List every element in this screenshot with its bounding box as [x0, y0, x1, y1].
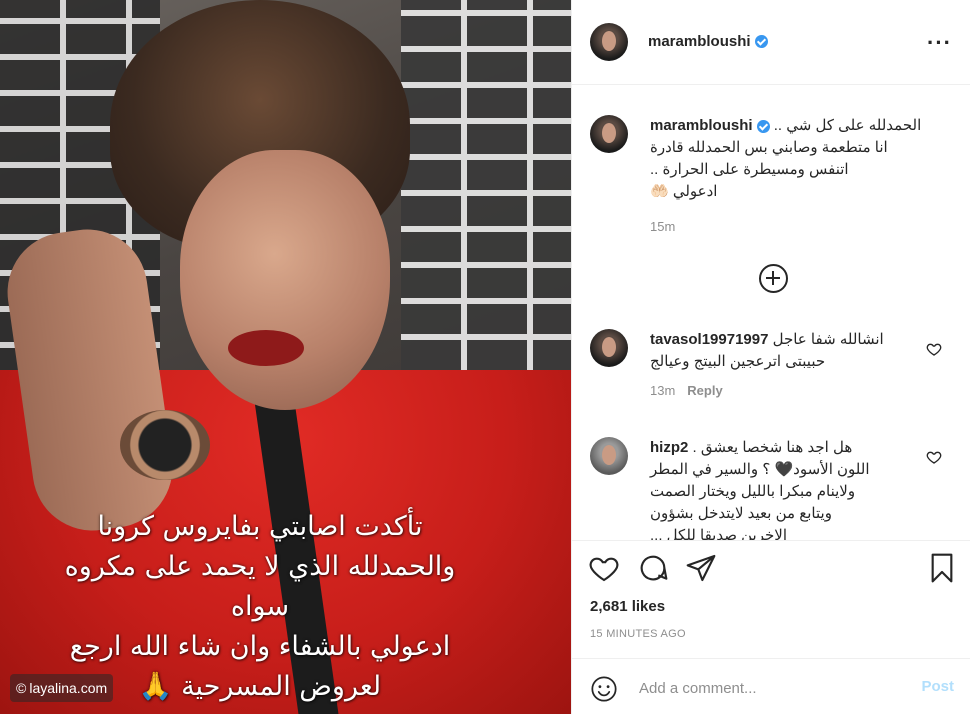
- commenter-avatar[interactable]: [590, 329, 628, 367]
- overlay-text-line-4: ادعولي بالشفاء وان شاء الله ارجع: [69, 631, 451, 662]
- watermark-text: layalina.com: [29, 680, 108, 696]
- comment-username[interactable]: tavasol19971997: [650, 331, 768, 348]
- caption-line-4: ادعولي 🤲🏻: [650, 183, 718, 200]
- author-avatar[interactable]: [590, 23, 628, 61]
- comment-text-line: اللون الأسود🖤 ؟ والسير في المطر: [650, 461, 870, 478]
- comment-body: hizp2 هل اجد هنا شخصا يعشق . اللون الأسو…: [650, 437, 930, 541]
- comment-like-heart-icon[interactable]: [926, 449, 942, 465]
- heart-icon[interactable]: [588, 552, 620, 584]
- comment-icon[interactable]: [637, 552, 669, 584]
- verified-badge-icon: [756, 119, 770, 133]
- post-header: marambloushi ···: [572, 0, 970, 85]
- reply-button[interactable]: Reply: [687, 383, 722, 398]
- likes-count[interactable]: 2,681 likes: [590, 598, 665, 615]
- post-button[interactable]: Post: [921, 678, 954, 695]
- overlay-text-line-1: تأكدت اصابتي بفايروس كرونا: [97, 511, 423, 542]
- watermark: © layalina.com: [10, 674, 114, 702]
- comment-time[interactable]: 13m: [650, 383, 675, 398]
- comment-text-rest: حبيبتى اترعجين البيتج وعيالج: [650, 353, 826, 370]
- emoji-icon[interactable]: [590, 675, 618, 703]
- comment-text-line: ولاينام مبكرا بالليل ويختار الصمت: [650, 483, 856, 500]
- caption-avatar[interactable]: [590, 115, 628, 153]
- copyright-icon: ©: [16, 680, 27, 696]
- comment-body: tavasol19971997 انشالله شفا عاجل حبيبتى …: [650, 329, 930, 373]
- author-name-row: marambloushi: [648, 33, 768, 51]
- comment-text-line: الاخرين صديقا للكل ...: [650, 527, 787, 541]
- author-username[interactable]: marambloushi: [648, 33, 751, 50]
- caption-line-1: الحمدلله على كل شي ..: [773, 117, 922, 134]
- action-bar: [572, 552, 970, 592]
- comments-area[interactable]: marambloushi الحمدلله على كل شي .. انا م…: [572, 85, 970, 541]
- comment-meta: 13m Reply: [650, 383, 930, 398]
- caption-first-line: marambloushi الحمدلله على كل شي ..: [650, 115, 930, 137]
- plus-circle-icon[interactable]: [759, 264, 788, 293]
- face: [180, 150, 390, 410]
- caption: marambloushi الحمدلله على كل شي .. انا م…: [590, 115, 930, 234]
- verified-badge-icon: [754, 35, 768, 49]
- overlay-text-line-3: سواه: [230, 591, 290, 622]
- bookmark-icon[interactable]: [926, 552, 958, 584]
- post-image[interactable]: تأكدت اصابتي بفايروس كرونا والحمدلله الذ…: [0, 0, 571, 714]
- comment-item: hizp2 هل اجد هنا شخصا يعشق . اللون الأسو…: [590, 437, 942, 541]
- comment-like-heart-icon[interactable]: [926, 341, 942, 357]
- overlay-text-line-2: والحمدلله الذي لا يحمد على مكروه: [64, 551, 456, 582]
- more-options-icon[interactable]: ···: [927, 30, 952, 56]
- comment-input[interactable]: [637, 675, 911, 701]
- caption-line-3: اتنفس ومسيطرة على الحرارة ..: [650, 161, 849, 178]
- comment-text-first: هل اجد هنا شخصا يعشق .: [692, 439, 853, 456]
- comment-first-line: hizp2 هل اجد هنا شخصا يعشق .: [650, 437, 930, 459]
- commenter-avatar[interactable]: [590, 437, 628, 475]
- lips: [228, 330, 304, 366]
- comment-first-line: tavasol19971997 انشالله شفا عاجل: [650, 329, 930, 351]
- comment-username[interactable]: hizp2: [650, 439, 688, 456]
- caption-line-2: انا متطعمة وصابني بس الحمدلله قادرة: [650, 139, 888, 156]
- paper-plane-icon[interactable]: [685, 552, 717, 584]
- caption-body: marambloushi الحمدلله على كل شي .. انا م…: [650, 115, 930, 203]
- post-side-panel: marambloushi ··· marambloushi الحمدلله ع…: [572, 0, 970, 714]
- caption-username[interactable]: marambloushi: [650, 117, 753, 134]
- comment-text-first: انشالله شفا عاجل: [772, 331, 884, 348]
- comment-text-line: ويتابع من بعيد لايتدخل بشؤون: [650, 505, 832, 522]
- wristwatch: [120, 410, 210, 480]
- comment-item: tavasol19971997 انشالله شفا عاجل حبيبتى …: [590, 329, 942, 398]
- caption-time[interactable]: 15m: [650, 219, 930, 234]
- post-time-ago: 15 MINUTES AGO: [590, 628, 686, 640]
- add-comment-bar: Post: [572, 658, 970, 715]
